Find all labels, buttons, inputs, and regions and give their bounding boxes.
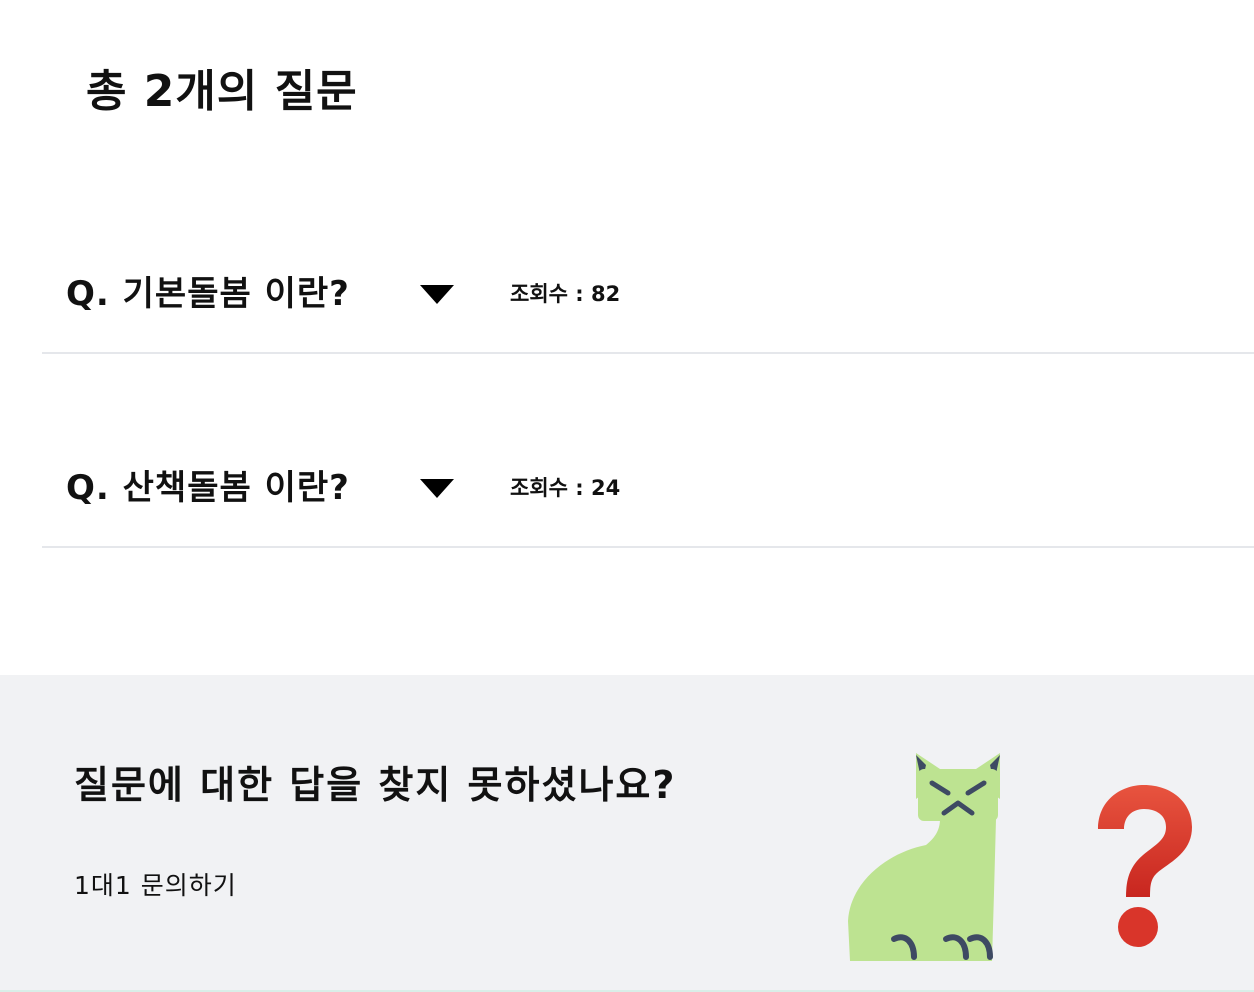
help-heading: 질문에 대한 답을 찾지 못하셨나요? — [74, 763, 677, 807]
one-on-one-inquiry-link[interactable]: 1대1 문의하기 — [74, 871, 237, 901]
cat-illustration — [848, 753, 1000, 961]
caret-down-icon[interactable] — [420, 285, 454, 304]
faq-item[interactable]: Q. 기본돌봄 이란? 조회수 : 82 — [42, 238, 1254, 354]
faq-question[interactable]: Q. 산책돌봄 이란? — [66, 468, 350, 509]
faq-item[interactable]: Q. 산책돌봄 이란? 조회수 : 24 — [42, 432, 1254, 548]
help-section: 질문에 대한 답을 찾지 못하셨나요? 1대1 문의하기 — [0, 675, 1254, 992]
view-count: 조회수 : 82 — [510, 282, 621, 306]
view-count: 조회수 : 24 — [510, 476, 621, 500]
faq-list: Q. 기본돌봄 이란? 조회수 : 82 Q. 산책돌봄 이란? 조회수 : 2… — [42, 238, 1254, 626]
question-mark-icon — [1098, 785, 1192, 947]
faq-question[interactable]: Q. 기본돌봄 이란? — [66, 274, 350, 315]
caret-down-icon[interactable] — [420, 479, 454, 498]
page-title: 총 2개의 질문 — [86, 66, 358, 117]
